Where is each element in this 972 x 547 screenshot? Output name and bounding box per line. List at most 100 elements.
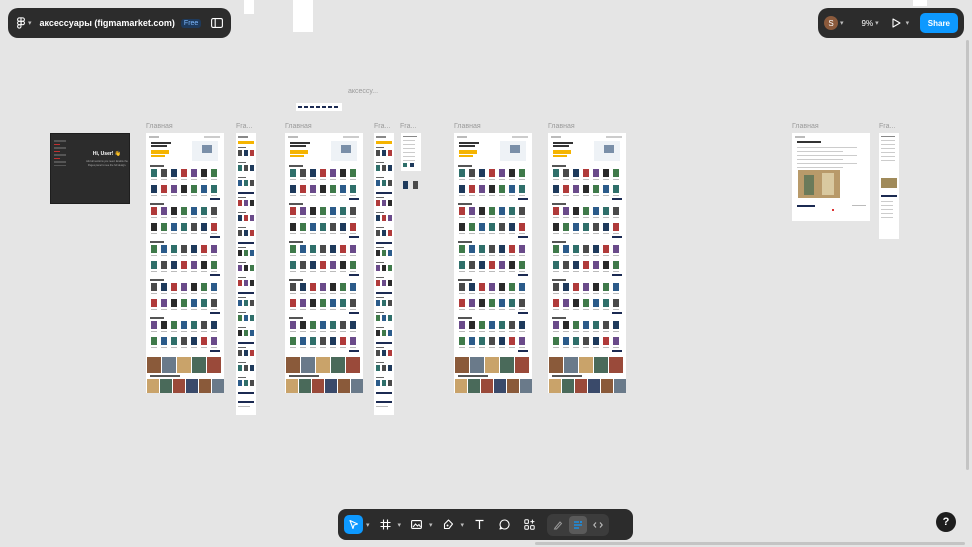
thumb-section-title xyxy=(458,279,472,281)
frame-article[interactable] xyxy=(792,133,870,221)
thumb-product xyxy=(171,185,177,193)
thumb-product xyxy=(238,200,242,206)
frame-small[interactable] xyxy=(401,133,421,171)
frame-label[interactable]: Главная xyxy=(792,123,819,130)
chevron-down-icon[interactable]: ▾ xyxy=(461,521,465,529)
thumb-caption xyxy=(573,271,579,272)
text-tool-button[interactable] xyxy=(470,515,489,534)
move-tool-button[interactable] xyxy=(344,515,363,534)
thumb-product xyxy=(250,250,254,256)
thumb-caption xyxy=(201,233,207,234)
horizontal-scrollbar[interactable] xyxy=(535,542,965,545)
thumb-caption xyxy=(171,293,177,294)
frame-label[interactable]: Fra... xyxy=(400,123,416,130)
frame-top-stub-1[interactable] xyxy=(244,0,254,14)
thumb-product xyxy=(583,207,589,215)
document-title[interactable]: аксессуары (figmamarket.com) xyxy=(40,18,175,28)
thumb-product xyxy=(613,185,619,193)
frame-tool-button[interactable] xyxy=(376,515,395,534)
thumb-product xyxy=(553,283,559,291)
frame-main-page[interactable] xyxy=(454,133,532,393)
frame-label[interactable]: Главная xyxy=(454,123,481,130)
frame-mobile[interactable] xyxy=(879,133,899,239)
design-mode-button[interactable] xyxy=(569,515,588,534)
frame-label[interactable]: Fra... xyxy=(879,123,895,130)
frame-welcome[interactable]: Hi, User! 👋 Add all sections you need. E… xyxy=(50,133,130,204)
zoom-menu[interactable]: 9% ▾ xyxy=(844,19,879,28)
thumb-caption xyxy=(469,347,475,348)
present-button[interactable]: ▾ xyxy=(891,18,909,28)
thumb-product xyxy=(499,169,505,177)
comment-tool-button[interactable] xyxy=(495,515,514,534)
header-actions: S ▾ 9% ▾ ▾ Share xyxy=(818,8,964,38)
thumb-text-line xyxy=(881,144,895,145)
thumb-caption xyxy=(310,179,316,180)
thumb-product xyxy=(320,223,326,231)
chevron-down-icon[interactable]: ▾ xyxy=(429,521,433,529)
thumb-product xyxy=(201,283,207,291)
avatar[interactable]: S xyxy=(824,16,838,30)
thumb-button xyxy=(376,292,392,294)
thumb-product xyxy=(191,299,197,307)
thumb-product xyxy=(388,180,392,186)
main-menu-button[interactable]: ▾ xyxy=(16,17,32,29)
thumb-text-line xyxy=(881,160,895,161)
frame-label[interactable]: Fra... xyxy=(236,123,252,130)
frame-label[interactable]: Fra... xyxy=(374,123,390,130)
pen-tool-button[interactable] xyxy=(439,515,458,534)
thumb-caption xyxy=(350,179,356,180)
thumb-product xyxy=(519,337,525,345)
frame-label[interactable]: Главная xyxy=(285,123,312,130)
frame-top-stub-3[interactable] xyxy=(913,0,927,6)
thumb-product xyxy=(479,185,485,193)
thumb-product xyxy=(499,261,505,269)
thumb-product xyxy=(340,283,346,291)
frame-mobile[interactable] xyxy=(374,133,394,415)
image-tool-button[interactable] xyxy=(407,515,426,534)
plan-badge[interactable]: Free xyxy=(180,18,202,28)
frame-main-page[interactable] xyxy=(548,133,626,393)
thumb-photo xyxy=(316,357,330,373)
thumb-caption xyxy=(191,217,197,218)
actions-tool-button[interactable] xyxy=(520,515,539,534)
share-button[interactable]: Share xyxy=(919,13,958,33)
thumb-product xyxy=(244,300,248,306)
color-strip[interactable] xyxy=(296,103,342,111)
thumb-caption xyxy=(479,195,485,196)
frame-top-stub-2[interactable] xyxy=(293,0,313,32)
toggle-sidebar-button[interactable] xyxy=(211,18,223,28)
frame-main-page[interactable] xyxy=(285,133,363,393)
thumb-section-title xyxy=(458,241,472,243)
thumb-caption xyxy=(151,293,157,294)
thumb-caption xyxy=(499,347,505,348)
thumb-button xyxy=(238,292,254,294)
thumb-product xyxy=(290,261,296,269)
thumb-product xyxy=(211,185,217,193)
chevron-down-icon[interactable]: ▾ xyxy=(366,521,370,529)
thumb-product xyxy=(310,261,316,269)
frame-main-page[interactable] xyxy=(146,133,224,393)
vertical-scrollbar[interactable] xyxy=(966,40,969,470)
chevron-down-icon[interactable]: ▾ xyxy=(398,521,402,529)
help-button[interactable]: ? xyxy=(936,512,956,532)
welcome-body: Add all sections you need. Enable the Pa… xyxy=(86,160,128,167)
thumb-product xyxy=(469,223,475,231)
thumb-section-title xyxy=(289,375,319,377)
thumb-product xyxy=(238,380,242,386)
thumb-section-title xyxy=(552,375,582,377)
thumb-product xyxy=(290,223,296,231)
frame-label[interactable]: Главная xyxy=(548,123,575,130)
thumb-product xyxy=(388,300,392,306)
dev-mode-button[interactable] xyxy=(589,516,607,534)
thumb-product xyxy=(469,321,475,329)
thumb-product xyxy=(290,245,296,253)
thumb-product xyxy=(382,280,386,286)
thumb-product xyxy=(238,315,242,321)
frame-label[interactable]: Главная xyxy=(146,123,173,130)
design-canvas[interactable]: аксессу... Hi, User! 👋 Add all sections … xyxy=(0,0,972,547)
multiplayer-menu[interactable]: S ▾ xyxy=(824,16,844,30)
draw-mode-button[interactable] xyxy=(549,516,567,534)
thumb-product xyxy=(388,165,392,171)
frame-mobile[interactable] xyxy=(236,133,256,415)
thumb-caption xyxy=(593,179,599,180)
